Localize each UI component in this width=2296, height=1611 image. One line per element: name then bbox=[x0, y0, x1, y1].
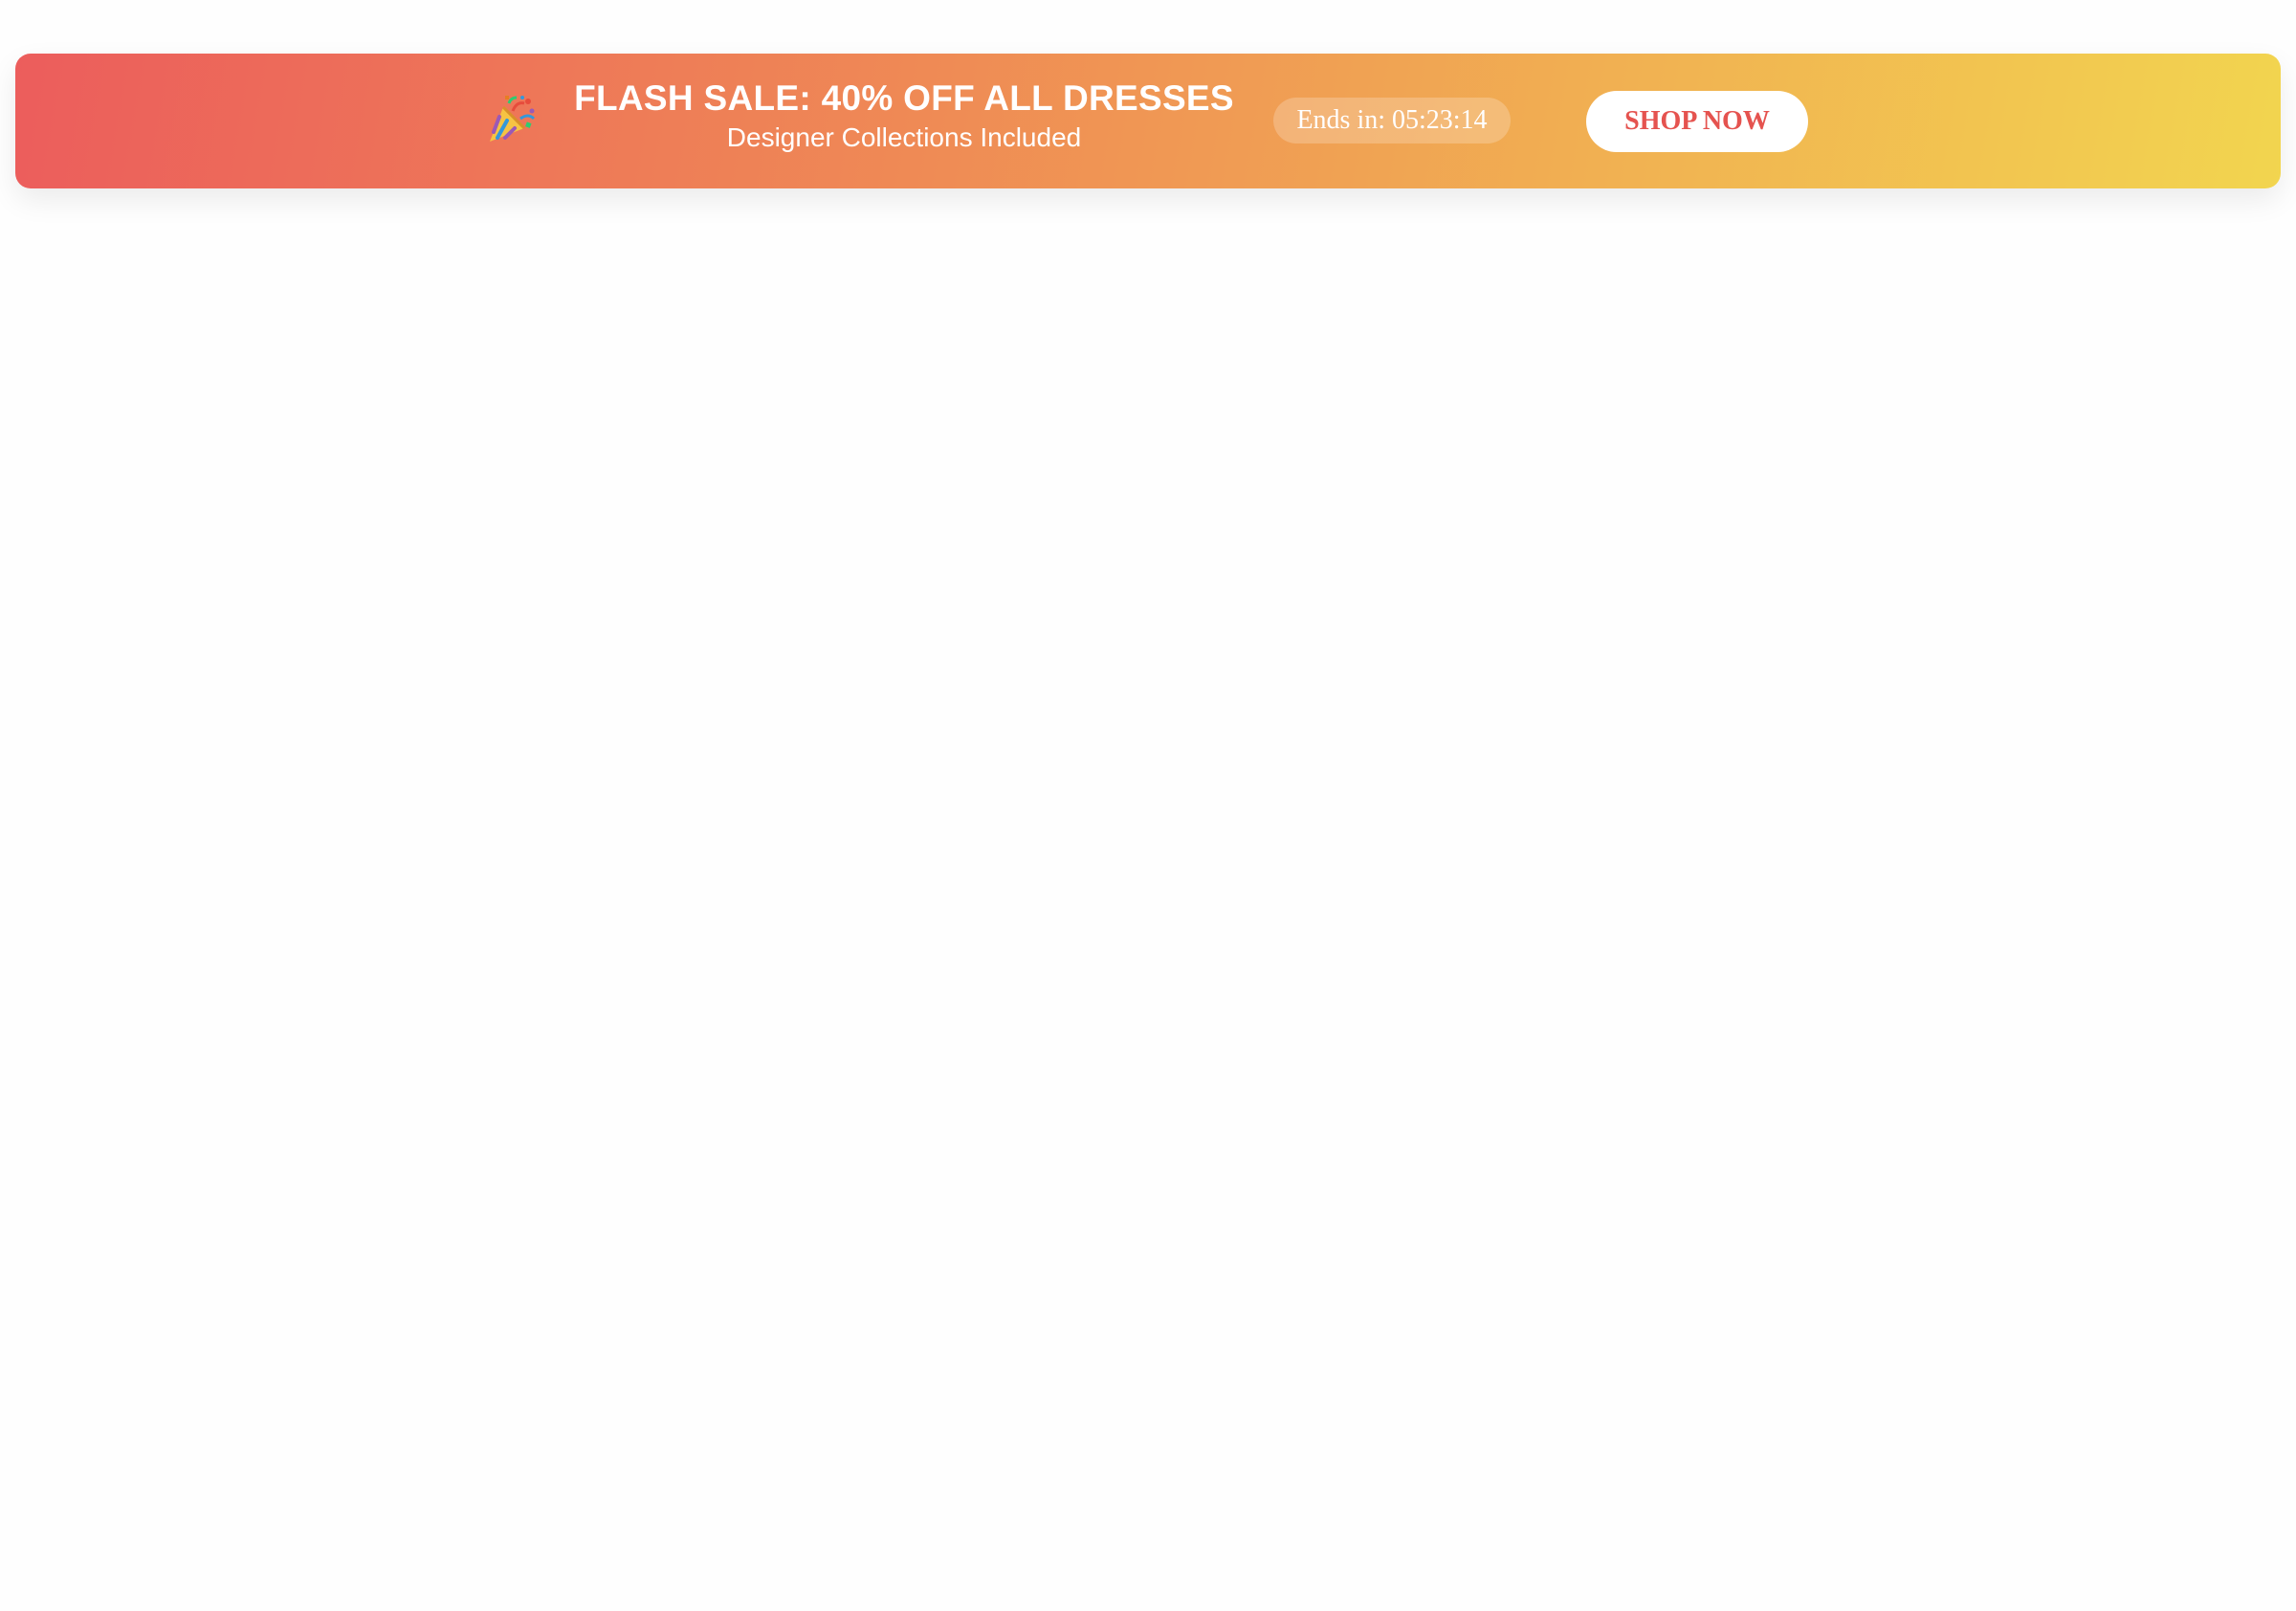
shop-now-button[interactable]: SHOP NOW bbox=[1586, 91, 1808, 152]
sale-subtitle: Designer Collections Included bbox=[726, 122, 1082, 152]
flash-sale-banner: FLASH SALE: 40% OFF ALL DRESSES Designer… bbox=[15, 54, 2281, 188]
sale-title: FLASH SALE: 40% OFF ALL DRESSES bbox=[574, 78, 1234, 118]
sale-headline: FLASH SALE: 40% OFF ALL DRESSES Designer… bbox=[551, 78, 1257, 155]
party-popper-icon bbox=[484, 94, 538, 147]
countdown-timer: Ends in: 05:23:14 bbox=[1273, 98, 1511, 143]
